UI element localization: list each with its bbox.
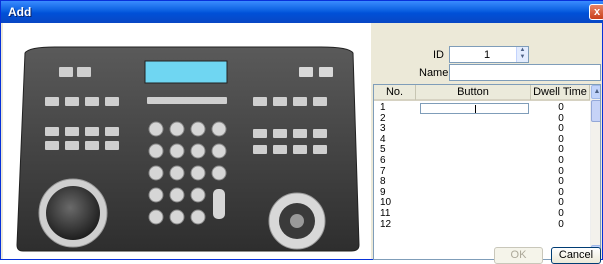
key <box>299 67 313 77</box>
row-button-cell[interactable] <box>418 156 530 167</box>
keyboard-image <box>15 45 361 253</box>
ok-button[interactable]: OK <box>494 247 543 264</box>
button-cell-editor[interactable] <box>420 103 529 114</box>
table-row[interactable]: 12 0 <box>374 218 590 231</box>
row-button-cell[interactable] <box>418 209 530 220</box>
key <box>319 67 333 77</box>
id-spinner[interactable]: 1 ▲ ▼ <box>449 46 529 63</box>
row-number: 6 <box>380 154 386 166</box>
row-button-cell[interactable] <box>418 188 530 199</box>
row-dwell-time[interactable]: 0 <box>534 102 588 114</box>
window-title: Add <box>8 5 32 19</box>
id-label: ID <box>433 49 444 61</box>
row-button-cell[interactable] <box>418 124 530 135</box>
table-header: No. Button Dwell Time <box>374 85 590 101</box>
name-input[interactable] <box>449 64 601 81</box>
spin-up-icon[interactable]: ▲ <box>517 47 528 54</box>
enter-key <box>213 189 225 219</box>
key <box>59 67 73 77</box>
row-dwell-time[interactable]: 0 <box>534 208 588 220</box>
text-caret <box>475 105 476 113</box>
lcd-display <box>144 60 228 84</box>
joystick <box>46 186 100 240</box>
row-number: 11 <box>380 207 391 219</box>
id-spin-buttons[interactable]: ▲ ▼ <box>516 47 528 62</box>
scroll-up-icon[interactable]: ▲ <box>591 85 600 99</box>
row-button-cell[interactable] <box>418 177 530 188</box>
scroll-thumb[interactable] <box>591 100 600 122</box>
add-dialog: Add x ID 1 ▲ ▼ Name No. Button Dwell Tim… <box>0 0 603 264</box>
row-button-cell[interactable] <box>418 114 530 125</box>
id-value: 1 <box>484 49 491 61</box>
cancel-button[interactable]: Cancel <box>551 247 601 264</box>
row-button-cell[interactable] <box>418 198 530 209</box>
column-header-dwell-time[interactable]: Dwell Time <box>531 85 590 100</box>
table-row[interactable]: 11 0 <box>374 207 590 220</box>
key <box>77 67 91 77</box>
table-row[interactable]: 10 <box>374 102 590 114</box>
row-dwell-time[interactable]: 0 <box>534 155 588 167</box>
row-button-cell[interactable] <box>418 220 530 231</box>
row-dwell-time[interactable]: 0 <box>534 219 588 231</box>
row-number: 12 <box>380 218 392 230</box>
close-icon: x <box>593 6 601 18</box>
dialog-body: ID 1 ▲ ▼ Name No. Button Dwell Time 1020… <box>3 23 602 264</box>
slider-strip <box>147 97 227 104</box>
table-scrollbar[interactable]: ▲ ▼ <box>590 85 600 259</box>
keyboard-preview <box>3 23 371 259</box>
column-header-no[interactable]: No. <box>374 85 416 100</box>
table-row[interactable]: 60 <box>374 154 590 167</box>
spin-down-icon[interactable]: ▼ <box>517 54 528 61</box>
row-number: 1 <box>380 102 386 113</box>
column-header-button[interactable]: Button <box>416 85 531 100</box>
row-button-cell[interactable] <box>418 135 530 146</box>
title-bar[interactable]: Add x <box>1 1 603 23</box>
key-sequence-table: No. Button Dwell Time 102030405060708090… <box>373 84 601 260</box>
close-button[interactable]: x <box>589 4 603 20</box>
name-label: Name <box>419 67 449 79</box>
row-button-cell[interactable] <box>418 167 530 178</box>
table-body: 1 0 2 0 3 0 4 0 5 0 6 0 7 0 8 0 9 0 10 0 11 0 12 0 <box>374 102 590 231</box>
row-button-cell[interactable] <box>418 145 530 156</box>
